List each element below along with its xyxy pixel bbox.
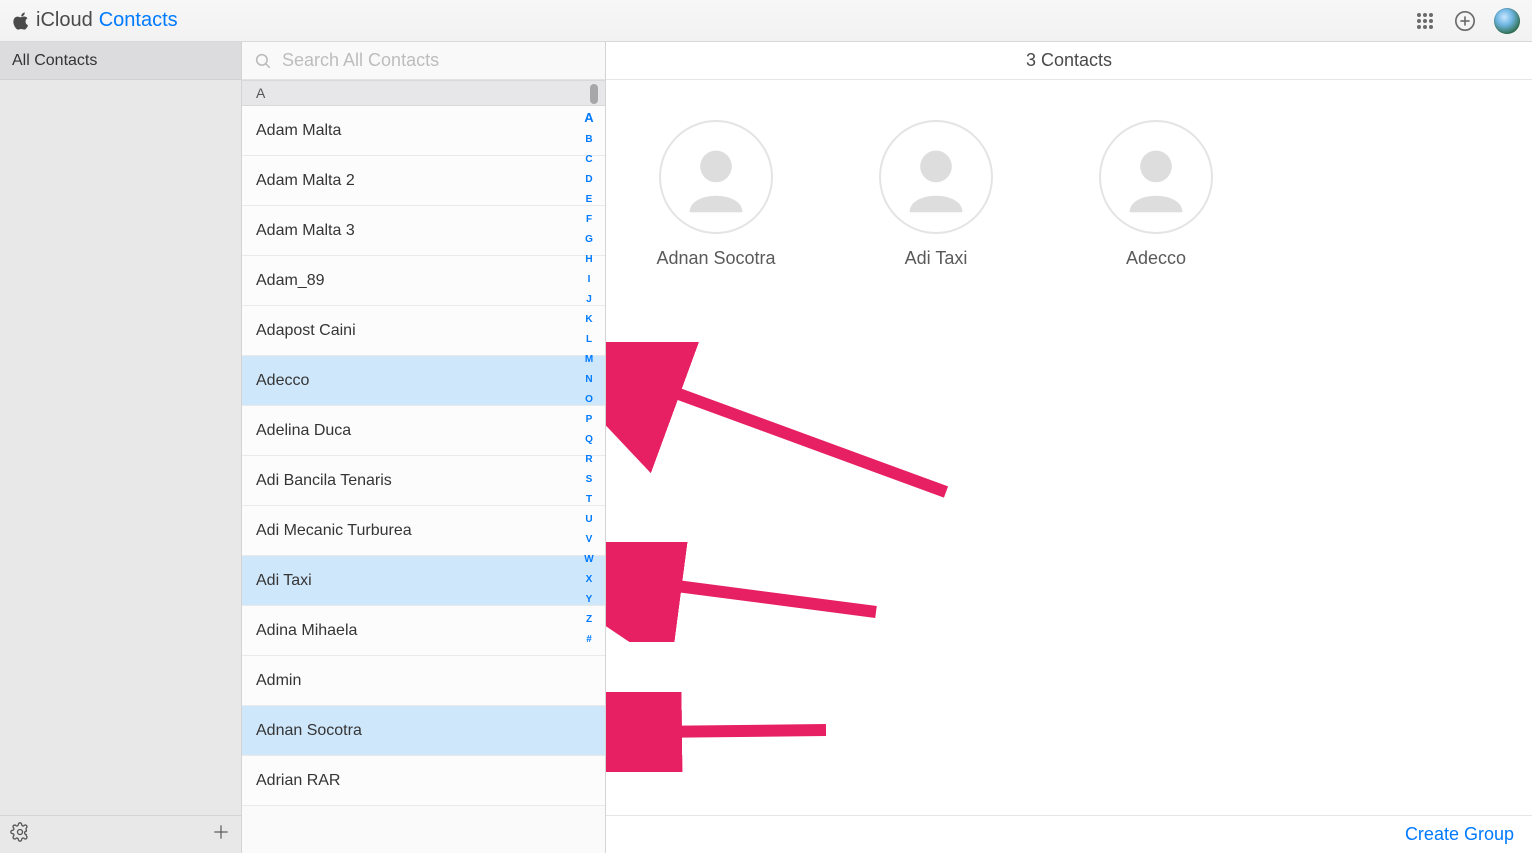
- alpha-index-letter[interactable]: Q: [579, 430, 599, 450]
- alpha-index-letter[interactable]: M: [579, 350, 599, 370]
- list-section-header: A: [242, 80, 605, 106]
- alpha-index-letter[interactable]: C: [579, 150, 599, 170]
- apple-logo-icon: [12, 12, 30, 30]
- alpha-index-letter[interactable]: I: [579, 270, 599, 290]
- selected-contact-name: Adecco: [1126, 248, 1186, 269]
- alpha-index-letter[interactable]: D: [579, 170, 599, 190]
- contact-row[interactable]: Adam Malta 2: [242, 156, 605, 206]
- alpha-index-letter[interactable]: U: [579, 510, 599, 530]
- account-avatar[interactable]: [1494, 8, 1520, 34]
- alpha-index-letter[interactable]: F: [579, 210, 599, 230]
- alpha-index-letter[interactable]: L: [579, 330, 599, 350]
- selected-contact-name: Adnan Socotra: [656, 248, 775, 269]
- contact-row[interactable]: Adina Mihaela: [242, 606, 605, 656]
- detail-header: 3 Contacts: [606, 42, 1532, 80]
- sidebar-item[interactable]: All Contacts: [0, 42, 241, 80]
- alpha-index[interactable]: ABCDEFGHIJKLMNOPQRSTUVWXYZ#: [579, 106, 599, 650]
- sidebar: All Contacts: [0, 42, 242, 853]
- contact-avatar-placeholder-icon: [659, 120, 773, 234]
- contact-row[interactable]: Adapost Caini: [242, 306, 605, 356]
- sidebar-bottom: [0, 815, 241, 853]
- alpha-index-letter[interactable]: X: [579, 570, 599, 590]
- section-letter: A: [256, 85, 265, 101]
- alpha-index-letter[interactable]: V: [579, 530, 599, 550]
- alpha-index-letter[interactable]: G: [579, 230, 599, 250]
- brand-icloud[interactable]: iCloud: [36, 9, 93, 32]
- contact-row[interactable]: Adam Malta 3: [242, 206, 605, 256]
- detail-body: Adnan Socotra Adi Taxi Adecco: [606, 80, 1532, 815]
- alpha-index-letter[interactable]: O: [579, 390, 599, 410]
- selected-contact[interactable]: Adecco: [1076, 120, 1236, 269]
- contact-row[interactable]: Adam_89: [242, 256, 605, 306]
- contact-row[interactable]: Admin: [242, 656, 605, 706]
- alpha-index-letter[interactable]: #: [579, 630, 599, 650]
- selected-contact[interactable]: Adi Taxi: [856, 120, 1016, 269]
- brand-app[interactable]: Contacts: [99, 9, 178, 32]
- alpha-index-letter[interactable]: A: [579, 106, 599, 130]
- selected-contact[interactable]: Adnan Socotra: [636, 120, 796, 269]
- main: All Contacts: [0, 42, 1532, 853]
- alpha-index-letter[interactable]: B: [579, 130, 599, 150]
- add-icon[interactable]: [1454, 10, 1476, 32]
- search-bar: [242, 42, 605, 80]
- contact-row[interactable]: Adecco: [242, 356, 605, 406]
- search-icon: [254, 52, 272, 70]
- create-group-button[interactable]: Create Group: [1405, 824, 1514, 845]
- contact-row[interactable]: Adam Malta: [242, 106, 605, 156]
- contact-row[interactable]: Adelina Duca: [242, 406, 605, 456]
- selected-contact-name: Adi Taxi: [905, 248, 968, 269]
- contact-row[interactable]: Adnan Socotra: [242, 706, 605, 756]
- alpha-index-letter[interactable]: Y: [579, 590, 599, 610]
- search-input[interactable]: [280, 49, 593, 72]
- alpha-index-letter[interactable]: T: [579, 490, 599, 510]
- alpha-index-letter[interactable]: E: [579, 190, 599, 210]
- contact-row[interactable]: Adi Bancila Tenaris: [242, 456, 605, 506]
- alpha-index-letter[interactable]: R: [579, 450, 599, 470]
- sidebar-add-icon[interactable]: [211, 822, 231, 848]
- contact-row[interactable]: Adi Taxi: [242, 556, 605, 606]
- contact-avatar-placeholder-icon: [879, 120, 993, 234]
- apps-grid-icon[interactable]: [1414, 10, 1436, 32]
- alpha-index-letter[interactable]: W: [579, 550, 599, 570]
- topbar: iCloud Contacts: [0, 0, 1532, 42]
- alpha-index-letter[interactable]: P: [579, 410, 599, 430]
- contact-avatar-placeholder-icon: [1099, 120, 1213, 234]
- scrollbar-thumb[interactable]: [590, 84, 598, 104]
- alpha-index-letter[interactable]: J: [579, 290, 599, 310]
- alpha-index-letter[interactable]: K: [579, 310, 599, 330]
- contact-row[interactable]: Adi Mecanic Turburea: [242, 506, 605, 556]
- selection-count-title: 3 Contacts: [1026, 50, 1112, 71]
- contact-list-column: A Adam MaltaAdam Malta 2Adam Malta 3Adam…: [242, 42, 606, 853]
- detail-pane: 3 Contacts Adnan Socotra Adi Taxi Adecco…: [606, 42, 1532, 853]
- settings-gear-icon[interactable]: [10, 822, 30, 847]
- alpha-index-letter[interactable]: S: [579, 470, 599, 490]
- alpha-index-letter[interactable]: H: [579, 250, 599, 270]
- contact-row[interactable]: Adrian RAR: [242, 756, 605, 806]
- detail-footer: Create Group: [606, 815, 1532, 853]
- alpha-index-letter[interactable]: N: [579, 370, 599, 390]
- contact-list[interactable]: A Adam MaltaAdam Malta 2Adam Malta 3Adam…: [242, 80, 605, 853]
- alpha-index-letter[interactable]: Z: [579, 610, 599, 630]
